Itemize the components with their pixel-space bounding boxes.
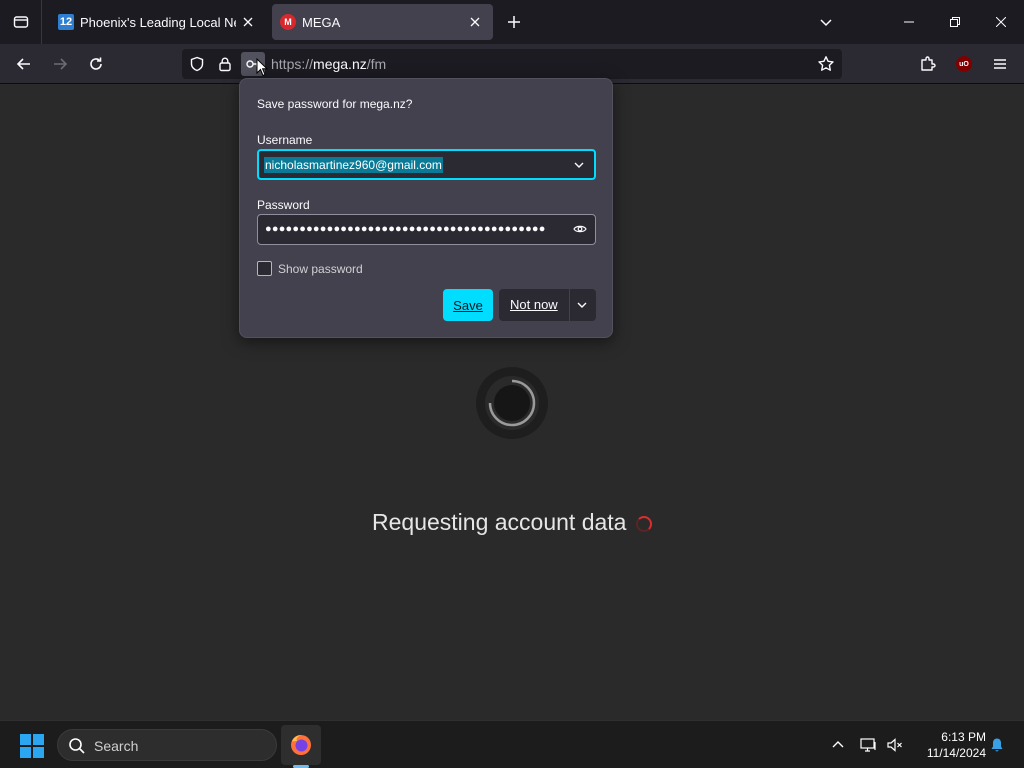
taskbar-search[interactable]: Search [57,729,277,761]
loading-status-text: Requesting account data [372,509,627,535]
tab-strip: 12 Phoenix's Leading Local News: M MEGA [0,0,1024,44]
not-now-dropdown-button[interactable] [573,296,591,314]
close-window-button[interactable] [978,0,1024,44]
shield-icon [190,56,204,72]
close-icon [996,17,1006,27]
restore-icon [950,17,960,27]
chevron-down-icon [820,19,832,27]
username-field[interactable]: nicholasmartinez960@gmail.com [257,149,596,180]
restore-button[interactable] [932,0,978,44]
username-dropdown-button[interactable] [570,156,588,174]
minimize-button[interactable] [886,0,932,44]
clock-time: 6:13 PM [941,730,986,744]
url-host: mega.nz [313,56,367,72]
tab-overview-icon [13,16,28,28]
tab-title: MEGA [302,14,341,30]
windows-logo-icon [20,734,31,745]
save-password-popup: Save password for mega.nz? Username nich… [239,78,613,338]
forward-button[interactable] [46,50,74,78]
ublock-origin-button[interactable]: uO [950,50,978,78]
tab-overview-button[interactable] [0,0,42,44]
close-icon [470,17,480,27]
close-tab-button[interactable] [463,10,487,34]
username-value: nicholasmartinez960@gmail.com [264,157,443,173]
bell-icon [991,738,1003,752]
app-menu-button[interactable] [986,50,1014,78]
ublock-origin-icon: uO [956,56,972,72]
network-icon [860,738,876,752]
hamburger-menu-icon [994,59,1006,69]
chevron-down-icon [577,302,587,308]
button-divider [569,289,570,321]
password-label: Password [257,198,310,212]
chevron-up-icon [832,741,844,748]
mini-loading-spinner [636,516,652,532]
volume-muted-icon [887,738,902,752]
clock[interactable]: 6:13 PM 11/14/2024 [912,729,986,761]
reload-button[interactable] [82,50,110,78]
username-label: Username [257,133,313,147]
save-button[interactable]: Save [443,289,493,321]
loading-spinner [476,367,548,439]
firefox-taskbar-button[interactable] [281,725,321,765]
tracking-protection-button[interactable] [185,52,209,76]
network-status-button[interactable] [857,733,881,757]
popup-title: Save password for mega.nz? [257,97,413,111]
star-icon [818,56,834,71]
minimize-icon [904,21,914,23]
arrow-left-icon [16,58,30,70]
url-text[interactable]: https://mega.nz/fm [271,56,386,72]
not-now-button[interactable]: Not now [499,289,596,321]
show-hidden-icons-button[interactable] [826,733,850,757]
lock-icon [219,57,231,72]
not-now-label: Not now [510,297,558,312]
arrow-right-icon [54,58,68,70]
mouse-cursor-icon [256,58,268,77]
notifications-button[interactable] [985,733,1009,757]
tab-phoenix-news[interactable]: 12 Phoenix's Leading Local News: [50,4,266,40]
mega-logo-icon: M [280,14,296,30]
site-security-button[interactable] [213,52,237,76]
url-bar[interactable]: https://mega.nz/fm [182,49,842,79]
close-icon [243,17,253,27]
url-scheme: https:// [271,56,314,72]
back-button[interactable] [10,50,38,78]
chevron-down-icon [574,162,584,168]
bookmark-star-button[interactable] [814,52,838,76]
password-value: ●●●●●●●●●●●●●●●●●●●●●●●●●●●●●●●●●●●●●●●●… [265,223,546,235]
puzzle-piece-icon [921,56,936,71]
eye-icon [573,225,587,233]
taskbar: Search 6:13 PM 11/14/2024 [0,720,1024,768]
close-tab-button[interactable] [236,10,260,34]
url-path: /fm [366,56,387,72]
show-password-checkbox[interactable] [257,261,272,276]
reveal-password-button[interactable] [571,220,589,238]
new-tab-button[interactable] [502,10,526,34]
extensions-button[interactable] [914,50,942,78]
firefox-icon [291,735,311,755]
password-field[interactable]: ●●●●●●●●●●●●●●●●●●●●●●●●●●●●●●●●●●●●●●●●… [257,214,596,245]
start-button[interactable] [20,734,44,758]
plus-icon [508,16,520,28]
search-icon [69,738,85,754]
clock-date: 11/14/2024 [926,746,986,760]
reload-icon [90,57,102,70]
search-label: Search [94,738,139,754]
volume-button[interactable] [883,733,907,757]
tab-mega[interactable]: M MEGA [272,4,493,40]
show-password-label[interactable]: Show password [278,262,363,276]
news-12-icon: 12 [58,14,74,30]
list-all-tabs-button[interactable] [814,10,838,34]
tab-title: Phoenix's Leading Local News: [80,14,236,30]
